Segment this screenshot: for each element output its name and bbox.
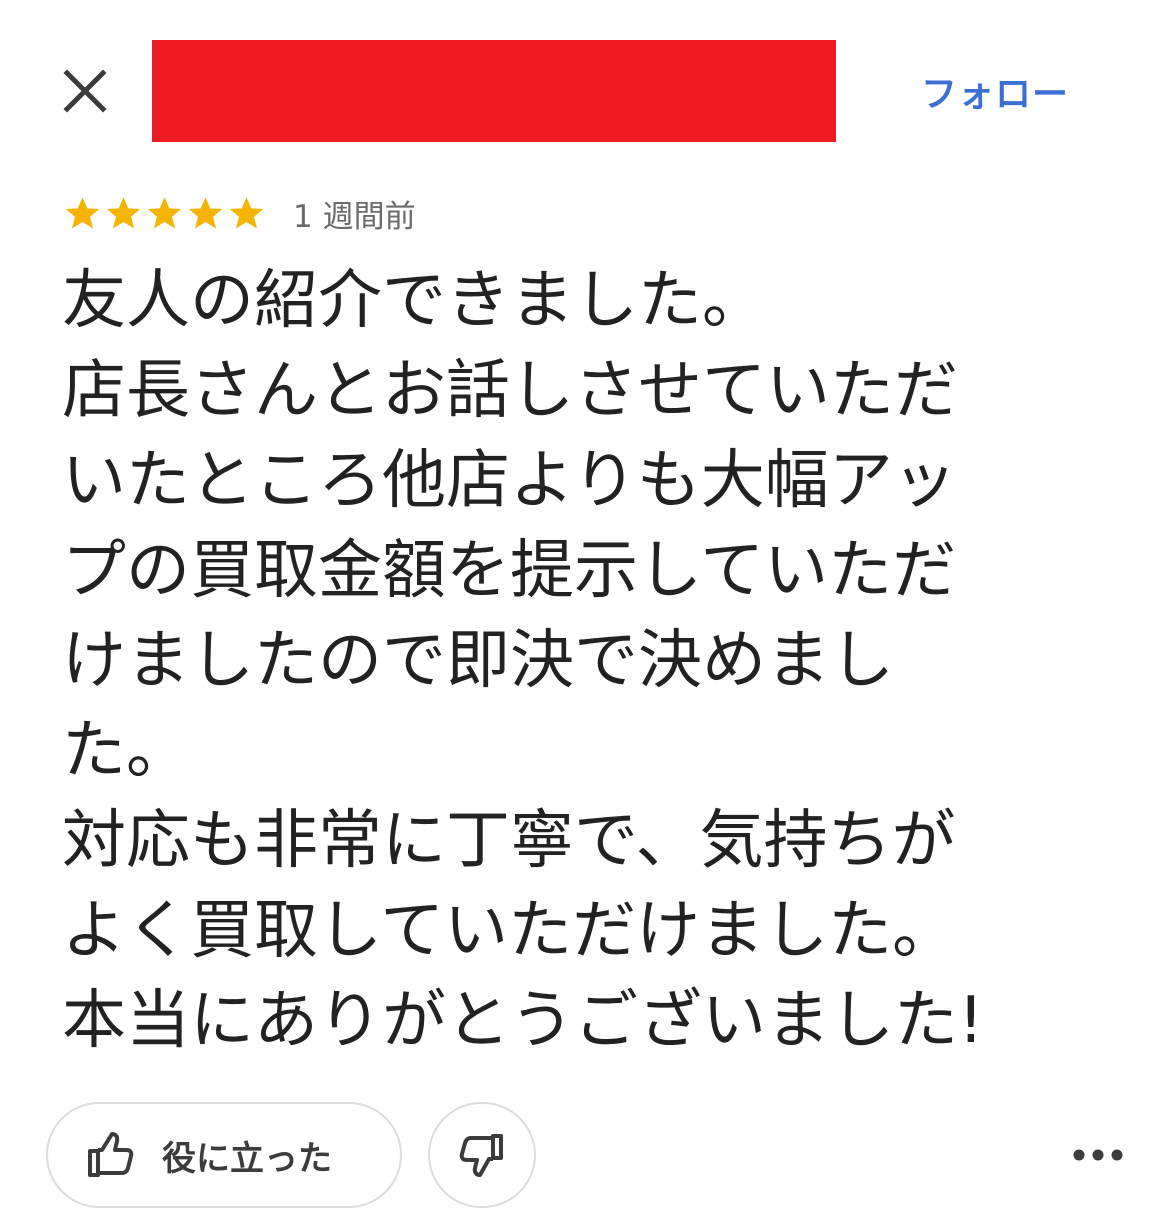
review-text-line: よく買取していただけました。: [62, 894, 957, 968]
star-icon: [65, 196, 100, 229]
thumbs-up-icon: [88, 1132, 134, 1177]
review-text-line: 本当にありがとうございました!: [62, 984, 984, 1058]
review-text-line: 店長さんとお話しさせていただ: [62, 354, 958, 428]
dislike-button[interactable]: [428, 1102, 536, 1208]
rating-row: 1 週間前: [62, 188, 416, 238]
star-rating: [62, 193, 267, 234]
review-header: フォロー: [0, 0, 1170, 170]
more-horizontal-icon: [1073, 1149, 1123, 1161]
star-icon: [147, 196, 182, 229]
star-icon: [106, 196, 141, 229]
star-icon: [188, 196, 223, 229]
review-time: 1 週間前: [293, 198, 416, 235]
thumbs-down-icon: [459, 1134, 503, 1177]
follow-button[interactable]: フォロー: [900, 62, 1090, 120]
redacted-reviewer-name: [152, 40, 836, 142]
more-options-button[interactable]: [1066, 1130, 1130, 1180]
review-text-line: た。: [62, 714, 190, 788]
review-text-line: けましたので即決で決めまし: [62, 624, 894, 698]
helpful-label: 役に立った: [162, 1138, 332, 1179]
star-icon: [229, 196, 264, 229]
close-icon: [63, 69, 107, 113]
close-button[interactable]: [56, 62, 114, 120]
review-text-line: いたところ他店よりも大幅アッ: [62, 444, 957, 518]
review-text: 友人の紹介できました。店長さんとお話しさせていただ いたところ他店よりも大幅アップ…: [62, 256, 1092, 1066]
review-text-line: 友人の紹介できました。: [62, 264, 766, 338]
helpful-button[interactable]: 役に立った: [46, 1102, 402, 1208]
review-text-line: 対応も非常に丁寧で、気持ちが: [62, 804, 956, 878]
review-text-line: プの買取金額を提示していただ: [62, 534, 957, 608]
